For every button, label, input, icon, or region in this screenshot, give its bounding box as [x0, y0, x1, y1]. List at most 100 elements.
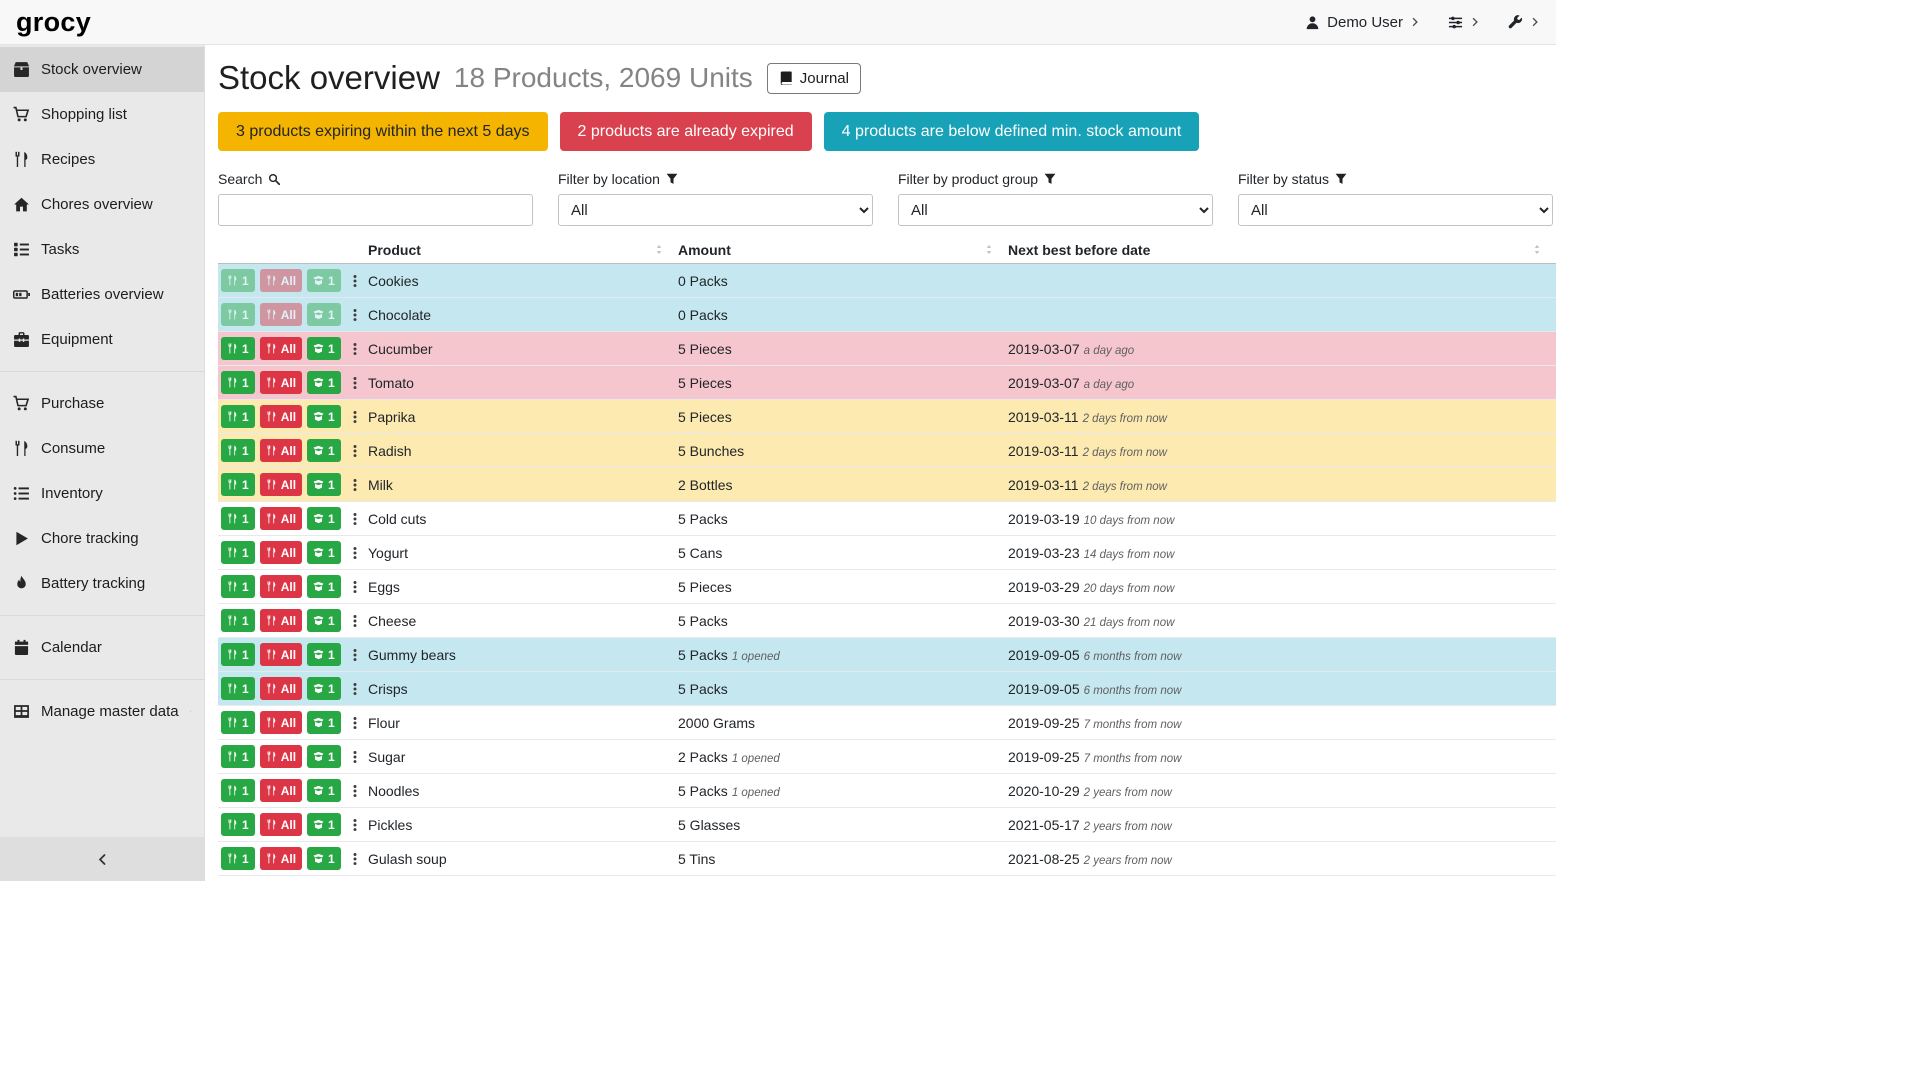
user-menu[interactable]: Demo User	[1305, 14, 1420, 31]
open-one-button[interactable]: 1	[307, 677, 341, 700]
open-one-button[interactable]: 1	[307, 473, 341, 496]
consume-all-button[interactable]: All	[260, 847, 302, 870]
sidebar-item[interactable]: Manage master data	[0, 689, 204, 734]
row-menu-button[interactable]	[346, 541, 364, 564]
consume-one-button[interactable]: 1	[221, 269, 255, 292]
sidebar-collapse-button[interactable]	[0, 837, 204, 881]
consume-all-button[interactable]: All	[260, 337, 302, 360]
open-one-button[interactable]: 1	[307, 541, 341, 564]
consume-all-button[interactable]: All	[260, 745, 302, 768]
consume-all-button[interactable]: All	[260, 371, 302, 394]
row-menu-button[interactable]	[346, 371, 364, 394]
open-one-button[interactable]: 1	[307, 813, 341, 836]
consume-all-button[interactable]: All	[260, 439, 302, 462]
consume-all-button[interactable]: All	[260, 677, 302, 700]
column-header-amount[interactable]: Amount	[678, 236, 1008, 263]
consume-all-button[interactable]: All	[260, 405, 302, 428]
open-one-button[interactable]: 1	[307, 303, 341, 326]
journal-button[interactable]: Journal	[767, 63, 861, 94]
row-menu-button[interactable]	[346, 337, 364, 360]
consume-one-button[interactable]: 1	[221, 303, 255, 326]
consume-all-button[interactable]: All	[260, 643, 302, 666]
sidebar-item[interactable]: Consume	[0, 426, 204, 471]
app-logo[interactable]: grocy	[16, 7, 91, 38]
consume-one-button[interactable]: 1	[221, 507, 255, 530]
consume-one-button[interactable]: 1	[221, 575, 255, 598]
row-menu-button[interactable]	[346, 847, 364, 870]
row-menu-button[interactable]	[346, 269, 364, 292]
product-group-filter-select[interactable]: All	[898, 194, 1213, 226]
consume-one-button[interactable]: 1	[221, 541, 255, 564]
open-one-button[interactable]: 1	[307, 643, 341, 666]
row-menu-button[interactable]	[346, 303, 364, 326]
sidebar-item[interactable]: Chore tracking	[0, 516, 204, 561]
consume-one-button[interactable]: 1	[221, 439, 255, 462]
consume-all-button[interactable]: All	[260, 609, 302, 632]
location-filter-select[interactable]: All	[558, 194, 873, 226]
row-menu-button[interactable]	[346, 745, 364, 768]
column-header-best-before[interactable]: Next best before date	[1008, 236, 1556, 263]
consume-one-button[interactable]: 1	[221, 677, 255, 700]
open-one-button[interactable]: 1	[307, 371, 341, 394]
open-one-button[interactable]: 1	[307, 507, 341, 530]
row-menu-button[interactable]	[346, 711, 364, 734]
column-header-product[interactable]: Product	[368, 236, 678, 263]
consume-all-button[interactable]: All	[260, 711, 302, 734]
open-one-button[interactable]: 1	[307, 405, 341, 428]
consume-one-button[interactable]: 1	[221, 779, 255, 802]
consume-all-button[interactable]: All	[260, 473, 302, 496]
open-one-button[interactable]: 1	[307, 711, 341, 734]
row-menu-button[interactable]	[346, 507, 364, 530]
sidebar-item[interactable]: Chores overview	[0, 182, 204, 227]
consume-one-button[interactable]: 1	[221, 371, 255, 394]
row-menu-button[interactable]	[346, 575, 364, 598]
row-menu-button[interactable]	[346, 609, 364, 632]
consume-all-button[interactable]: All	[260, 575, 302, 598]
row-menu-button[interactable]	[346, 779, 364, 802]
open-one-button[interactable]: 1	[307, 609, 341, 632]
row-menu-button[interactable]	[346, 813, 364, 836]
consume-one-button[interactable]: 1	[221, 813, 255, 836]
consume-one-button[interactable]: 1	[221, 337, 255, 360]
consume-one-button[interactable]: 1	[221, 847, 255, 870]
status-banner[interactable]: 3 products expiring within the next 5 da…	[218, 112, 548, 151]
sidebar-item[interactable]: Recipes	[0, 137, 204, 182]
status-filter-select[interactable]: All	[1238, 194, 1553, 226]
settings-menu[interactable]	[1448, 15, 1480, 30]
open-one-button[interactable]: 1	[307, 575, 341, 598]
open-one-button[interactable]: 1	[307, 745, 341, 768]
row-menu-button[interactable]	[346, 473, 364, 496]
consume-all-button[interactable]: All	[260, 779, 302, 802]
consume-one-button[interactable]: 1	[221, 711, 255, 734]
open-one-button[interactable]: 1	[307, 847, 341, 870]
consume-one-button[interactable]: 1	[221, 643, 255, 666]
consume-all-button[interactable]: All	[260, 303, 302, 326]
sidebar-item[interactable]: Calendar	[0, 625, 204, 670]
sort-icon[interactable]	[654, 243, 664, 256]
open-one-button[interactable]: 1	[307, 337, 341, 360]
sort-icon[interactable]	[1532, 243, 1542, 256]
sort-icon[interactable]	[984, 243, 994, 256]
row-menu-button[interactable]	[346, 405, 364, 428]
sidebar-item[interactable]: Equipment	[0, 317, 204, 362]
open-one-button[interactable]: 1	[307, 779, 341, 802]
sidebar-item[interactable]: Stock overview	[0, 47, 204, 92]
row-menu-button[interactable]	[346, 677, 364, 700]
sidebar-item[interactable]: Inventory	[0, 471, 204, 516]
search-input[interactable]	[218, 194, 533, 226]
consume-all-button[interactable]: All	[260, 507, 302, 530]
consume-all-button[interactable]: All	[260, 541, 302, 564]
sidebar-item[interactable]: Shopping list	[0, 92, 204, 137]
row-menu-button[interactable]	[346, 439, 364, 462]
open-one-button[interactable]: 1	[307, 439, 341, 462]
consume-all-button[interactable]: All	[260, 813, 302, 836]
status-banner[interactable]: 2 products are already expired	[560, 112, 812, 151]
consume-all-button[interactable]: All	[260, 269, 302, 292]
sidebar-item[interactable]: Tasks	[0, 227, 204, 272]
admin-menu[interactable]	[1508, 15, 1540, 30]
consume-one-button[interactable]: 1	[221, 473, 255, 496]
sidebar-item[interactable]: Battery tracking	[0, 561, 204, 606]
consume-one-button[interactable]: 1	[221, 609, 255, 632]
status-banner[interactable]: 4 products are below defined min. stock …	[824, 112, 1200, 151]
open-one-button[interactable]: 1	[307, 269, 341, 292]
